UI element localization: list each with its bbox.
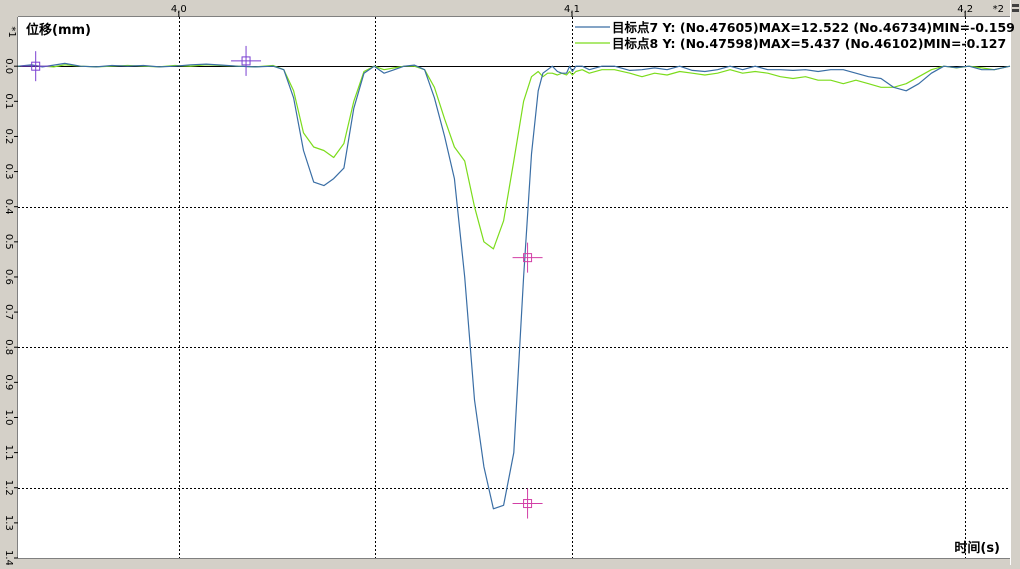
legend-entry-series-1: 目标点7 Y: (No.47605)MAX=12.522 (No.46734)M… <box>612 20 1015 35</box>
vertical-scrollbar[interactable] <box>1010 0 1020 565</box>
y-axis-label: 位移(mm) <box>26 22 91 38</box>
y-tick-label-2: 0.2 <box>3 128 14 144</box>
x-tick-label-2: 4,2 <box>957 4 973 15</box>
x-axis-corner-marker: *2 <box>993 4 1004 15</box>
y-tick-label-5: 0.5 <box>3 234 14 250</box>
y-tick-label-13: 1.3 <box>3 515 14 531</box>
x-axis-label: 时间(s) <box>954 540 1000 556</box>
bottom-strip <box>0 558 1010 565</box>
scroll-button-top-2[interactable] <box>1012 9 1019 12</box>
x-tick-label-0: 4,0 <box>171 4 187 15</box>
scroll-button-top[interactable] <box>1012 4 1019 7</box>
y-tick-label-4: 0.4 <box>3 199 14 215</box>
chart-window: 4,0 4,1 4,2 0.0 0.1 0.2 0.3 0.4 0.5 0.6 0.7 0.8 0.9… <box>0 0 1020 566</box>
y-tick-label-7: 0.7 <box>3 304 14 320</box>
x-ruler <box>18 0 1010 17</box>
y-tick-label-10: 1.0 <box>3 410 14 426</box>
y-tick-label-1: 0.1 <box>3 93 14 109</box>
legend: 目标点7 Y: (No.47605)MAX=12.522 (No.46734)M… <box>575 20 1015 51</box>
legend-entry-series-2: 目标点8 Y: (No.47598)MAX=5.437 (No.46102)MI… <box>612 36 1006 51</box>
y-tick-label-6: 0.6 <box>3 269 14 285</box>
plot-area <box>18 17 1010 558</box>
x-tick-label-1: 4,1 <box>564 4 580 15</box>
y-tick-label-0: 0.0 <box>3 58 14 74</box>
y-tick-label-14: 1.4 <box>3 550 14 565</box>
y-tick-label-9: 0.9 <box>3 374 14 390</box>
y-tick-label-8: 0.8 <box>3 339 14 355</box>
y-tick-label-3: 0.3 <box>3 164 14 180</box>
displacement-chart: 4,0 4,1 4,2 0.0 0.1 0.2 0.3 0.4 0.5 0.6 0.7 0.8 0.9… <box>0 0 1020 566</box>
y-axis-corner-marker: *1 <box>6 26 17 37</box>
y-tick-label-11: 1.1 <box>3 445 14 461</box>
y-tick-label-12: 1.2 <box>3 480 14 496</box>
